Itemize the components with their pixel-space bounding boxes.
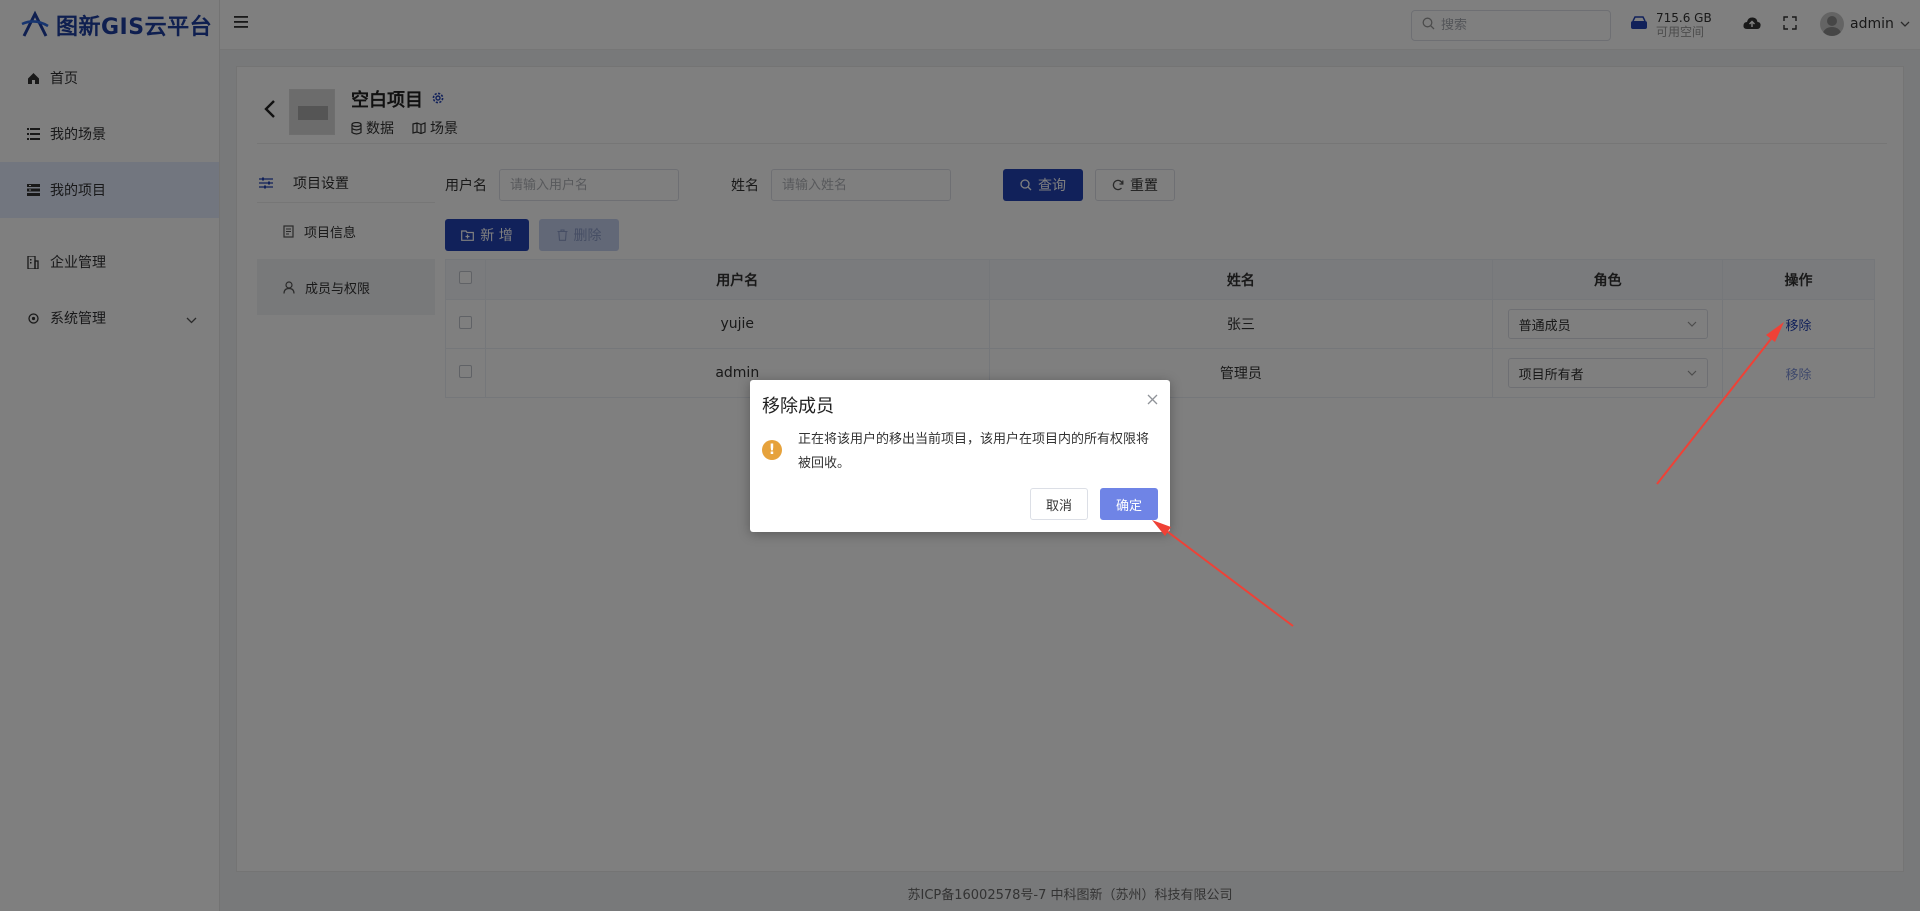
dialog-message: 正在将该用户的移出当前项目，该用户在项目内的所有权限将被回收。 bbox=[798, 432, 1150, 471]
cancel-button[interactable]: 取消 bbox=[1029, 488, 1088, 520]
confirm-button[interactable]: 确定 bbox=[1099, 488, 1158, 520]
dialog-title: 移除成员 bbox=[762, 396, 834, 417]
close-icon[interactable] bbox=[1147, 390, 1158, 409]
warning-icon: ! bbox=[762, 440, 782, 460]
remove-member-dialog: 移除成员 ! 正在将该用户的移出当前项目，该用户在项目内的所有权限将被回收。 取… bbox=[750, 380, 1170, 532]
